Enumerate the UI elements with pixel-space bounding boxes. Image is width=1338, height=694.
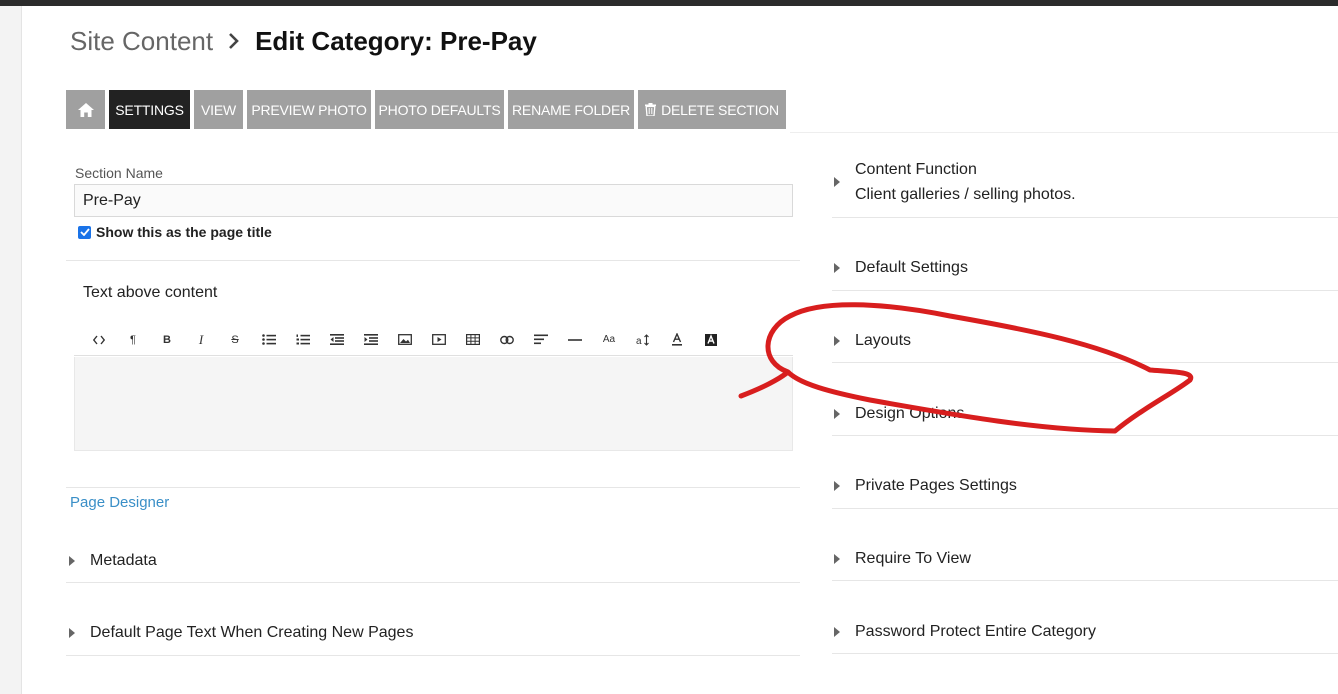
section-name-input[interactable]: Pre-Pay: [74, 184, 793, 217]
private-pages-settings-section[interactable]: Private Pages Settings: [834, 476, 1017, 496]
caret-right-icon: [834, 263, 840, 273]
content-function-value: Client galleries / selling photos.: [855, 186, 1076, 203]
divider: [832, 508, 1338, 509]
divider: [66, 655, 800, 656]
divider: [66, 260, 800, 261]
section-label: Require To View: [855, 550, 971, 567]
section-label: Private Pages Settings: [855, 477, 1017, 494]
page-title: Edit Category: Pre-Pay: [255, 25, 537, 56]
text-color-icon[interactable]: [660, 325, 694, 355]
caret-right-icon: [834, 481, 840, 491]
align-icon[interactable]: [524, 325, 558, 355]
section-toolbar: SETTINGS VIEW PREVIEW PHOTO PHOTO DEFAUL…: [66, 90, 790, 129]
caret-right-icon: [834, 409, 840, 419]
default-settings-section[interactable]: Default Settings: [834, 258, 968, 278]
rich-text-editor[interactable]: [74, 357, 793, 451]
divider: [832, 362, 1338, 363]
table-icon[interactable]: [456, 325, 490, 355]
default-page-text-section[interactable]: Default Page Text When Creating New Page…: [69, 623, 413, 643]
svg-text:a: a: [636, 336, 642, 346]
password-protect-section[interactable]: Password Protect Entire Category: [834, 622, 1096, 642]
require-to-view-section[interactable]: Require To View: [834, 549, 971, 569]
video-icon[interactable]: [422, 325, 456, 355]
outdent-icon[interactable]: [320, 325, 354, 355]
section-label: Design Options: [855, 405, 965, 422]
breadcrumb-root-link[interactable]: Site Content: [70, 26, 213, 57]
bullet-list-icon[interactable]: [252, 325, 286, 355]
link-icon[interactable]: [490, 325, 524, 355]
background-color-icon[interactable]: [694, 325, 728, 355]
caret-right-icon: [834, 627, 840, 637]
toolbar-divider: [790, 132, 1338, 133]
section-label: Metadata: [90, 552, 157, 569]
divider: [832, 653, 1338, 654]
photo-defaults-button[interactable]: PHOTO DEFAULTS: [375, 90, 504, 129]
section-label: Content Function: [855, 161, 977, 178]
rich-text-toolbar: ¶ B I S Aa a: [74, 324, 793, 356]
trash-icon: [645, 103, 657, 116]
section-label: Password Protect Entire Category: [855, 623, 1096, 640]
indent-icon[interactable]: [354, 325, 388, 355]
show-title-label: Show this as the page title: [96, 224, 272, 240]
section-label: Default Page Text When Creating New Page…: [90, 624, 414, 641]
show-title-checkbox[interactable]: [78, 225, 91, 239]
show-title-row: Show this as the page title: [78, 224, 272, 240]
settings-tab[interactable]: SETTINGS: [109, 90, 190, 129]
text-above-content-label: Text above content: [83, 284, 218, 301]
metadata-section[interactable]: Metadata: [69, 551, 157, 571]
breadcrumb: Site Content Edit Category: Pre-Pay: [70, 24, 537, 58]
delete-section-button[interactable]: DELETE SECTION: [638, 90, 786, 129]
image-icon[interactable]: [388, 325, 422, 355]
content-function-section[interactable]: Content Function Client galleries / sell…: [834, 160, 1076, 205]
caret-right-icon: [834, 177, 840, 187]
caret-right-icon: [69, 628, 75, 638]
view-button[interactable]: VIEW: [194, 90, 243, 129]
design-options-section[interactable]: Design Options: [834, 404, 964, 424]
font-size-icon[interactable]: Aa: [592, 325, 626, 355]
section-label: Default Settings: [855, 259, 968, 276]
divider: [66, 487, 800, 488]
bold-icon[interactable]: B: [150, 325, 184, 355]
code-view-icon[interactable]: [82, 325, 116, 355]
home-button[interactable]: [66, 90, 105, 129]
caret-right-icon: [834, 336, 840, 346]
italic-icon[interactable]: I: [184, 325, 218, 355]
top-bar: [0, 0, 1338, 6]
left-sidebar-strip: [0, 6, 22, 694]
preview-photo-button[interactable]: PREVIEW PHOTO: [247, 90, 371, 129]
section-name-label: Section Name: [75, 165, 163, 181]
paragraph-icon[interactable]: ¶: [116, 325, 150, 355]
divider: [832, 217, 1338, 218]
layouts-section[interactable]: Layouts: [834, 331, 911, 351]
home-icon: [77, 102, 94, 117]
divider: [66, 582, 800, 583]
strikethrough-icon[interactable]: S: [218, 325, 252, 355]
caret-right-icon: [834, 554, 840, 564]
horizontal-rule-icon[interactable]: [558, 325, 592, 355]
line-height-icon[interactable]: a: [626, 325, 660, 355]
divider: [832, 435, 1338, 436]
chevron-right-icon: [223, 32, 245, 50]
rename-folder-button[interactable]: RENAME FOLDER: [508, 90, 634, 129]
page-designer-link[interactable]: Page Designer: [70, 494, 169, 511]
numbered-list-icon[interactable]: [286, 325, 320, 355]
divider: [832, 290, 1338, 291]
caret-right-icon: [69, 556, 75, 566]
delete-section-label: DELETE SECTION: [661, 101, 779, 118]
section-label: Layouts: [855, 332, 912, 349]
divider: [832, 580, 1338, 581]
